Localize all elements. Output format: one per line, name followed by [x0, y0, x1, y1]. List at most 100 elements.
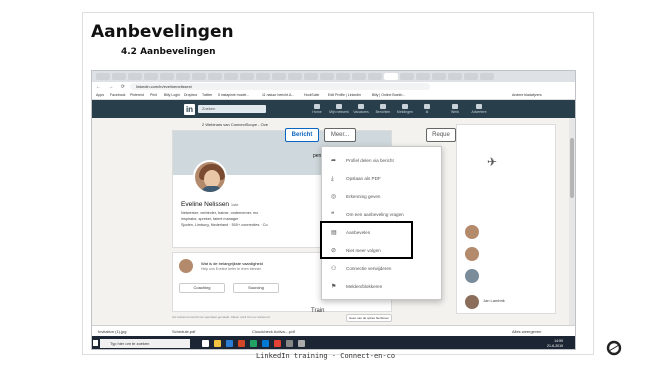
browser-tab[interactable] [400, 73, 414, 80]
browser-tab[interactable] [464, 73, 478, 80]
windows-start-icon[interactable] [93, 340, 98, 346]
scrollbar-thumb[interactable] [570, 138, 574, 198]
taskbar-clock[interactable]: 14:59 21-6-2019 [547, 339, 563, 348]
nav-network[interactable]: Mijn netwerk [328, 104, 350, 114]
chrome-icon[interactable] [274, 340, 281, 347]
nav-arrows-icon[interactable]: ← → ⟳ [96, 84, 128, 90]
browser-tab[interactable] [416, 73, 430, 80]
bookmark[interactable]: HootSuite [304, 93, 319, 97]
skill-option-sourcing[interactable]: Sourcing [233, 283, 279, 293]
show-all-downloads[interactable]: Alles weergeven [512, 329, 541, 334]
browser-tab[interactable] [272, 73, 286, 80]
train-label: Train [311, 308, 325, 314]
bookmark[interactable]: Facebook [110, 93, 125, 97]
nav-me[interactable]: Ik [416, 104, 438, 114]
browser-tab[interactable] [240, 73, 254, 80]
browser-tab[interactable] [144, 73, 158, 80]
address-bar[interactable]: linkedin.com/in/evelinenelissen/ [130, 83, 430, 90]
bookmark[interactable]: Dropbox [184, 93, 197, 97]
word-icon[interactable] [226, 340, 233, 347]
slide-title: Aanbevelingen [91, 22, 234, 42]
browser-tab[interactable] [448, 73, 462, 80]
download-icon: ⤓ [331, 176, 334, 182]
avatar [465, 295, 479, 309]
browser-tab[interactable] [480, 73, 494, 80]
search-input[interactable]: Zoeken [198, 105, 266, 113]
menu-item-share-profile[interactable]: ➦ Profiel delen via bericht [322, 153, 441, 169]
bookmark[interactable]: Twitter [202, 93, 212, 97]
browser-tab[interactable] [256, 73, 270, 80]
slide-footer: LinkedIn training - Connect-en-co [255, 352, 396, 360]
download-item[interactable]: Schedule.pdf [172, 329, 195, 334]
skill-option-coaching[interactable]: Coaching [179, 283, 225, 293]
menu-item-report-block[interactable]: ⚑ Melden/blokkeren [322, 279, 441, 295]
quote-icon: ❝ [331, 212, 335, 218]
browser-tab[interactable] [304, 73, 318, 80]
browser-tab[interactable] [432, 73, 446, 80]
nav-notifications[interactable]: Meldingen [394, 104, 416, 114]
explorer-icon[interactable] [214, 340, 221, 347]
bookmark[interactable]: Pinit [150, 93, 157, 97]
download-item[interactable]: Cloudcheck Activa....pdf [252, 329, 295, 334]
bookmark[interactable]: 11 natuur bericht.A... [262, 93, 294, 97]
browser-tab[interactable] [128, 73, 142, 80]
menu-item-save-pdf[interactable]: ⤓ Opslaan als PDF [322, 171, 441, 187]
bookmark[interactable]: Billy Login [164, 93, 180, 97]
app-icon[interactable] [298, 340, 305, 347]
none-of-above-button[interactable]: Geen van de opties hierboven [346, 314, 392, 322]
browser-tab[interactable] [336, 73, 350, 80]
nav-label: Advertere [471, 110, 487, 114]
browser-tab-active[interactable] [384, 73, 398, 80]
bookmark[interactable]: Apps [96, 93, 104, 97]
linkedin-logo[interactable]: in [184, 104, 195, 115]
linkedin-navbar: in Zoeken Home Mijn netwerk Vacatures Be… [92, 100, 575, 118]
message-button[interactable]: Bericht [285, 128, 319, 142]
menu-item-label: Melden/blokkeren [346, 284, 383, 289]
menu-item-remove-connection[interactable]: ⚇ Connectie verwijderen [322, 261, 441, 277]
flag-icon: ⚑ [331, 284, 337, 290]
webinar-banner[interactable]: 2 Webinars van ConnectScope - Ove [202, 122, 268, 127]
nav-label: Mijn netwerk [329, 110, 349, 114]
browser-tab[interactable] [176, 73, 190, 80]
connection-degree: 1ste [230, 202, 239, 207]
contact-name[interactable]: Jan Lambrik [483, 298, 505, 303]
outlook-icon[interactable] [262, 340, 269, 347]
nav-work[interactable]: Werk [444, 104, 466, 114]
more-button[interactable]: Meer... [324, 128, 356, 142]
grid-icon [452, 104, 458, 109]
browser-tab[interactable] [112, 73, 126, 80]
bookmark[interactable]: Pinterest [130, 93, 144, 97]
browser-tab[interactable] [288, 73, 302, 80]
menu-item-label: Opslaan als PDF [346, 176, 381, 181]
browser-tab[interactable] [96, 73, 110, 80]
bookmark[interactable]: 5 instapinie model... [218, 93, 249, 97]
download-item[interactable]: Invitation (1).jpg [98, 329, 126, 334]
profile-photo[interactable] [193, 160, 227, 194]
browser-tab[interactable] [352, 73, 366, 80]
app-icon[interactable] [286, 340, 293, 347]
browser-tab[interactable] [320, 73, 334, 80]
nav-home[interactable]: Home [306, 104, 328, 114]
request-button[interactable]: Reque [426, 128, 456, 142]
browser-tab[interactable] [224, 73, 238, 80]
nav-advertise[interactable]: Advertere [468, 104, 490, 114]
illustration-icon: ✈ [487, 155, 498, 169]
bookmark[interactable]: Edit Profile | LinkedIn [328, 93, 361, 97]
page-scrollbar[interactable] [569, 118, 575, 325]
powerpoint-icon[interactable] [238, 340, 245, 347]
browser-tab[interactable] [192, 73, 206, 80]
browser-tab[interactable] [368, 73, 382, 80]
nav-label: Vacatures [353, 110, 369, 114]
browser-tab[interactable] [208, 73, 222, 80]
nav-messages[interactable]: Berichten [372, 104, 394, 114]
message-icon [380, 104, 386, 109]
nav-jobs[interactable]: Vacatures [350, 104, 372, 114]
taskbar-search-input[interactable]: Typ hier om te zoeken [100, 339, 190, 348]
menu-item-endorse[interactable]: ◎ Erkenning geven [322, 189, 441, 205]
bookmark[interactable]: Billy | Online Boekh... [372, 93, 405, 97]
slide: Aanbevelingen 4.2 Aanbevelingen ← → ⟳ li… [0, 0, 651, 370]
excel-icon[interactable] [250, 340, 257, 347]
bookmark-other[interactable]: Andere bladwijzers [512, 93, 542, 97]
browser-tab[interactable] [160, 73, 174, 80]
task-view-icon[interactable] [202, 340, 209, 347]
